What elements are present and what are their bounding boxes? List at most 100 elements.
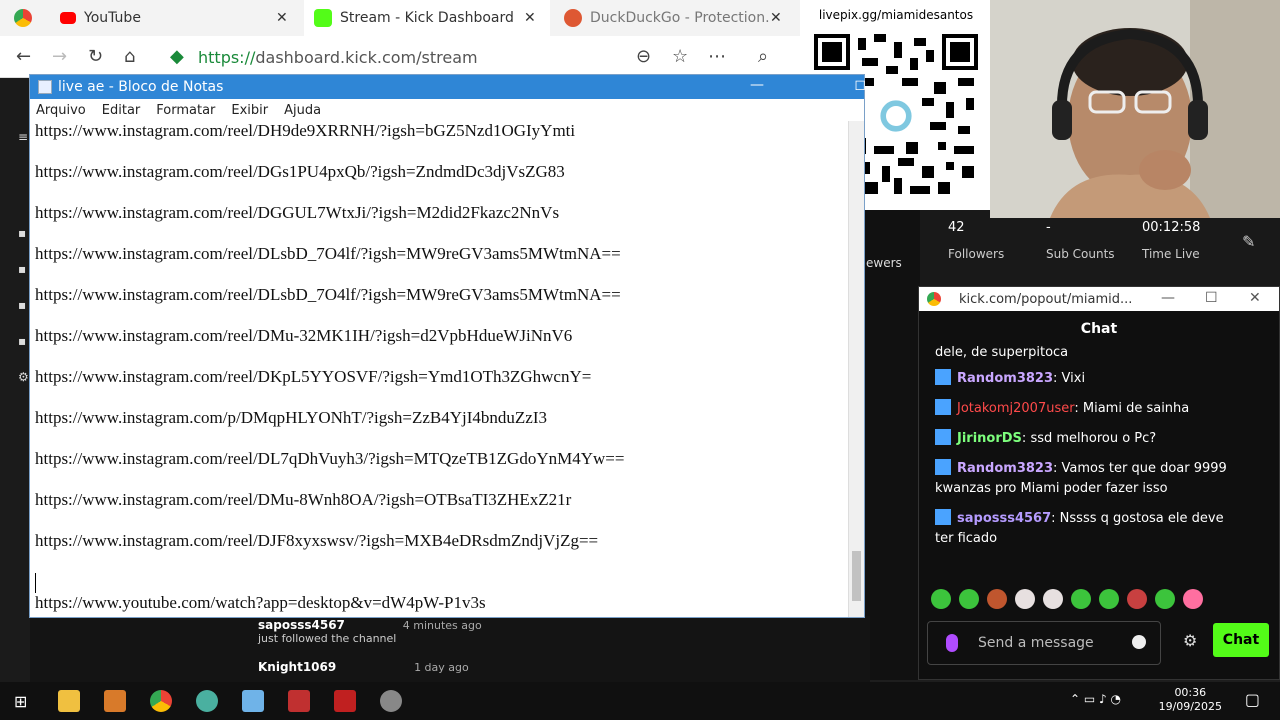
- viewers-label: ewers: [866, 256, 902, 270]
- text-line: https://www.instagram.com/reel/DGGUL7Wtx…: [35, 203, 560, 222]
- home-icon[interactable]: ⌂: [124, 46, 135, 67]
- tab-kick-dashboard[interactable]: Stream - Kick Dashboard ✕: [304, 0, 550, 36]
- menu-arquivo[interactable]: Arquivo: [36, 103, 86, 118]
- minimize-icon[interactable]: —: [1161, 290, 1175, 306]
- time-live-stat: 00:12:58 Time Live: [1142, 220, 1200, 261]
- emoji-icon[interactable]: [1132, 635, 1146, 649]
- chat-username[interactable]: saposss4567: [957, 511, 1051, 526]
- emote-icon[interactable]: [1127, 589, 1147, 609]
- microphone-icon[interactable]: [946, 634, 958, 652]
- edit-pencil-icon[interactable]: ✎: [1242, 232, 1255, 251]
- follower-time: 1 day ago: [414, 661, 469, 674]
- minimize-icon[interactable]: —: [750, 77, 764, 93]
- chat-username[interactable]: JirinorDS: [957, 431, 1022, 446]
- menu-exibir[interactable]: Exibir: [231, 103, 268, 118]
- badge-icon: [935, 459, 951, 475]
- scrollbar-thumb[interactable]: [852, 551, 861, 601]
- app-icon[interactable]: [196, 690, 218, 712]
- emote-icon[interactable]: [1155, 589, 1175, 609]
- chat-message: saposss4567: Nssss q gostosa ele deve te…: [935, 509, 1224, 546]
- calculator-icon[interactable]: [288, 690, 310, 712]
- chat-username[interactable]: Random3823: [957, 371, 1053, 386]
- emote-icon[interactable]: [987, 589, 1007, 609]
- sidebar-icon[interactable]: ▪: [18, 226, 26, 240]
- emote-icon[interactable]: [931, 589, 951, 609]
- chat-message-text: Miami de sainha: [1082, 401, 1190, 416]
- chat-window-title: kick.com/popout/miamid...: [959, 291, 1133, 307]
- notification-icon[interactable]: ▢: [1245, 690, 1260, 709]
- gear-icon[interactable]: ⚙: [18, 370, 29, 384]
- clock-time: 00:36: [1174, 686, 1207, 699]
- time-live-value: 00:12:58: [1142, 220, 1201, 235]
- sidebar-icon[interactable]: ▪: [18, 262, 26, 276]
- text-line: https://www.youtube.com/watch?app=deskto…: [35, 593, 486, 612]
- forward-arrow-icon[interactable]: →: [52, 46, 67, 67]
- file-explorer-icon[interactable]: [58, 690, 80, 712]
- follower-item: Knight1069 1 day ago: [258, 660, 469, 674]
- tab-label: Stream - Kick Dashboard: [340, 10, 514, 26]
- chat-popout-window: kick.com/popout/miamid... — ☐ ✕ Chat del…: [918, 286, 1280, 680]
- maximize-icon[interactable]: ☐: [1205, 290, 1218, 306]
- tab-duckduckgo[interactable]: DuckDuckGo - Protection. ✕: [560, 0, 800, 36]
- kick-icon: [314, 9, 332, 27]
- send-chat-button[interactable]: Chat: [1213, 623, 1269, 657]
- notepad-text-area[interactable]: https://www.instagram.com/reel/DH9de9XRR…: [30, 121, 850, 617]
- menu-editar[interactable]: Editar: [102, 103, 141, 118]
- app-icon[interactable]: [104, 690, 126, 712]
- tray-icons[interactable]: ⌃ ▭ ♪ ◔: [1070, 692, 1121, 706]
- emote-icon[interactable]: [1015, 589, 1035, 609]
- notepad-scrollbar[interactable]: [848, 121, 864, 617]
- emote-icon[interactable]: [1043, 589, 1063, 609]
- close-icon[interactable]: ◻: [854, 77, 866, 93]
- emote-icon[interactable]: [1071, 589, 1091, 609]
- shield-icon[interactable]: ◆: [170, 46, 184, 67]
- tab-youtube[interactable]: YouTube ✕: [14, 0, 294, 36]
- search-icon[interactable]: ⌕: [758, 46, 768, 67]
- stream-stats: 42 Followers - Sub Counts 00:12:58 Time …: [920, 210, 1280, 288]
- chat-message: Jotakomj2007user: Miami de sainha: [935, 399, 1235, 419]
- notepad-window: live ae - Bloco de Notas — ◻ Arquivo Edi…: [29, 74, 866, 618]
- chat-username[interactable]: Jotakomj2007user: [957, 401, 1074, 416]
- reload-icon[interactable]: ↻: [88, 46, 103, 67]
- menu-icon[interactable]: ≡: [18, 130, 28, 144]
- menu-formatar[interactable]: Formatar: [156, 103, 215, 118]
- more-menu-icon[interactable]: ⋯: [708, 46, 726, 67]
- back-arrow-icon[interactable]: ←: [16, 46, 31, 67]
- windows-start-icon[interactable]: ⊞: [14, 692, 27, 711]
- emote-icon[interactable]: [1099, 589, 1119, 609]
- chat-username[interactable]: Random3823: [957, 461, 1053, 476]
- chat-messages: dele, de superpitoca Random3823: Vixi Jo…: [935, 343, 1235, 559]
- chat-window-titlebar[interactable]: kick.com/popout/miamid... — ☐ ✕: [919, 287, 1279, 311]
- flash-icon[interactable]: [334, 690, 356, 712]
- sidebar-icon[interactable]: ▪: [18, 334, 26, 348]
- emote-icon[interactable]: [959, 589, 979, 609]
- url-field[interactable]: https://dashboard.kick.com/stream: [198, 48, 478, 67]
- notepad-titlebar[interactable]: live ae - Bloco de Notas: [30, 75, 864, 99]
- webcam-feed: [990, 0, 1280, 218]
- zoom-icon[interactable]: ⊖: [636, 46, 651, 67]
- chat-input[interactable]: Send a message: [927, 621, 1161, 665]
- gear-icon[interactable]: ⚙: [1183, 631, 1197, 650]
- close-icon[interactable]: ✕: [524, 10, 536, 26]
- emote-icon[interactable]: [1183, 589, 1203, 609]
- tab-label: YouTube: [84, 10, 141, 26]
- taskbar-clock[interactable]: 00:36 19/09/2025: [1159, 686, 1222, 714]
- chat-message: Random3823: Vamos ter que doar 9999 kwan…: [935, 459, 1227, 496]
- notepad-icon: [38, 80, 52, 94]
- chat-message: Random3823: Vixi: [935, 369, 1235, 389]
- notepad-icon[interactable]: [242, 690, 264, 712]
- menu-ajuda[interactable]: Ajuda: [284, 103, 321, 118]
- follower-time: 4 minutes ago: [402, 619, 482, 632]
- dashboard-panel: ewers: [864, 210, 924, 680]
- followers-stat: 42 Followers: [948, 220, 1004, 261]
- obs-icon[interactable]: [380, 690, 402, 712]
- close-icon[interactable]: ✕: [276, 10, 288, 26]
- star-icon[interactable]: ☆: [672, 46, 688, 67]
- chrome-icon[interactable]: [150, 690, 172, 712]
- sidebar-icon[interactable]: ▪: [18, 298, 26, 312]
- close-icon[interactable]: ✕: [770, 10, 782, 26]
- clock-date: 19/09/2025: [1158, 700, 1222, 713]
- close-icon[interactable]: ✕: [1249, 290, 1261, 306]
- followers-value: 42: [948, 220, 965, 235]
- time-live-label: Time Live: [1142, 247, 1200, 261]
